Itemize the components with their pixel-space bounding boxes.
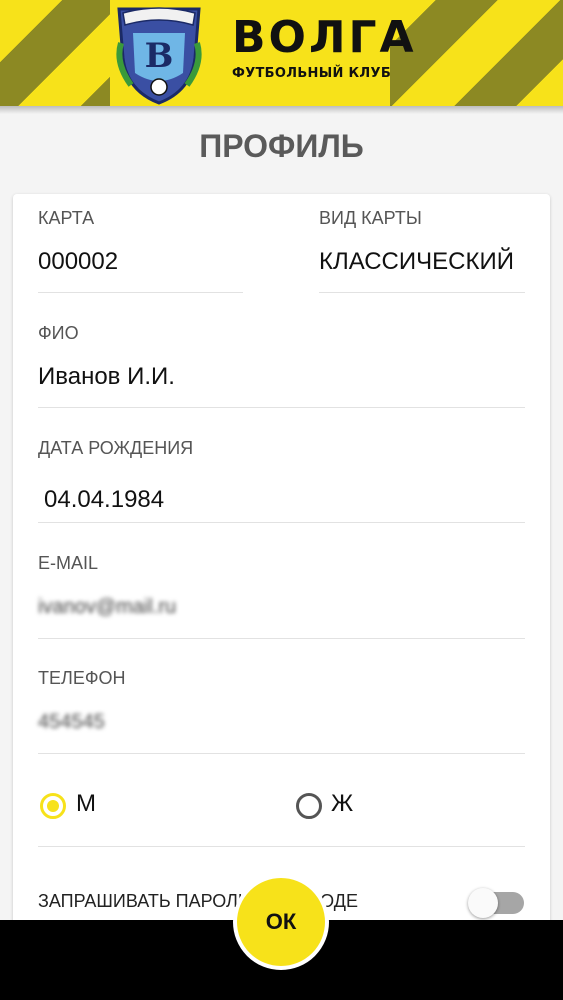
ask-password-toggle-knob[interactable] (468, 888, 498, 918)
full-name-field[interactable]: Иванов И.И. (38, 363, 175, 391)
email-field[interactable]: ivanov@mail.ru (38, 596, 176, 619)
gender-female-radio[interactable] (296, 793, 322, 819)
gender-female-label[interactable]: Ж (331, 790, 353, 818)
email-label: E-MAIL (38, 553, 99, 573)
full-name-label: ФИО (38, 323, 79, 343)
card-number-field[interactable]: 000002 (38, 248, 118, 276)
birth-date-underline (38, 522, 525, 523)
brand-subtitle: ФУТБОЛЬНЫЙ КЛУБ (232, 66, 392, 81)
card-type-label: ВИД КАРТЫ (319, 208, 422, 228)
header-shadow (0, 106, 563, 114)
ok-button[interactable]: ОК (233, 874, 329, 970)
card-type-underline (319, 292, 525, 293)
email-underline (38, 638, 525, 639)
profile-card: КАРТА 000002 ВИД КАРТЫ КЛАССИЧЕСКИЙ ФИО … (13, 194, 550, 954)
card-type-field[interactable]: КЛАССИЧЕСКИЙ (319, 248, 514, 276)
card-number-label: КАРТА (38, 208, 95, 228)
gender-divider (38, 846, 525, 847)
card-number-underline (38, 292, 243, 293)
birth-date-label: ДАТА РОЖДЕНИЯ (38, 438, 194, 458)
phone-underline (38, 753, 525, 754)
brand-title: ВОЛГА (232, 12, 417, 63)
svg-text:B: B (145, 36, 174, 76)
gender-male-label[interactable]: М (76, 790, 96, 818)
club-crest-icon: B (116, 7, 202, 105)
gender-male-radio[interactable] (40, 793, 66, 819)
phone-label: ТЕЛЕФОН (38, 668, 126, 688)
phone-field[interactable]: 454545 (38, 711, 105, 734)
app-header: B ВОЛГА ФУТБОЛЬНЫЙ КЛУБ (0, 0, 563, 106)
birth-date-field[interactable]: 04.04.1984 (44, 486, 164, 514)
page-title: ПРОФИЛЬ (199, 128, 364, 164)
full-name-underline (38, 407, 525, 408)
